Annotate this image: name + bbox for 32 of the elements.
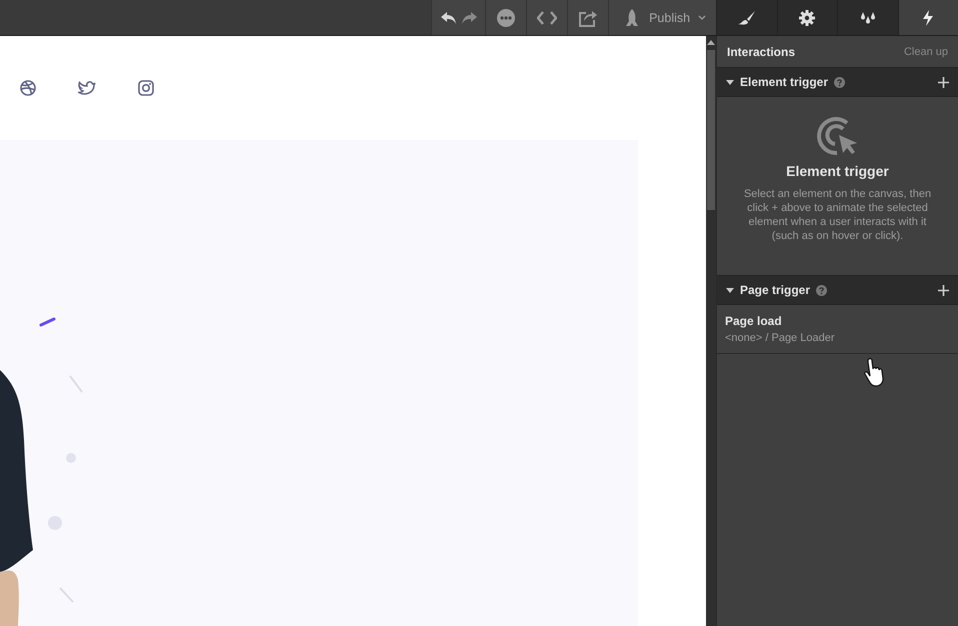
- section-header[interactable]: Page trigger: [717, 275, 958, 305]
- panel-title: Interactions: [727, 44, 796, 58]
- scrollbar[interactable]: [706, 36, 716, 626]
- caret-icon: [726, 80, 734, 84]
- brush-icon: [738, 10, 756, 24]
- undo-icon[interactable]: [440, 10, 457, 24]
- drops-icon: [858, 10, 877, 24]
- section-header[interactable]: Element trigger: [717, 67, 958, 97]
- empty-state-title: Element trigger: [786, 163, 889, 179]
- scrollbar-thumb[interactable]: [707, 50, 715, 210]
- add-icon[interactable]: [938, 76, 949, 88]
- trigger-name[interactable]: Page load: [725, 314, 950, 328]
- trigger-detail: <none> / Page Loader: [725, 332, 836, 344]
- redo-icon[interactable]: [460, 10, 478, 24]
- export-icon[interactable]: [578, 8, 598, 26]
- empty-state-text: Select an element on the canvas, then click + above to animate the selected element when a user interacts with it (such as on hover or click).: [742, 187, 932, 243]
- caret-icon: [726, 288, 734, 292]
- section-title: Element trigger: [740, 75, 828, 89]
- dribbble-icon[interactable]: [20, 80, 36, 96]
- code-icon[interactable]: [537, 10, 558, 24]
- help-icon[interactable]: [816, 284, 828, 296]
- panel-tab[interactable]: [898, 0, 958, 35]
- help-icon[interactable]: [834, 76, 846, 88]
- target-cursor-icon: [816, 115, 858, 157]
- chevron-down-icon: [698, 15, 706, 20]
- settings-icon: [799, 10, 816, 26]
- more-icon[interactable]: [497, 8, 516, 26]
- add-icon[interactable]: [938, 284, 949, 296]
- instagram-icon[interactable]: [138, 80, 154, 96]
- section-title: Page trigger: [740, 283, 810, 297]
- lightning-icon: [922, 10, 934, 26]
- twitter-icon[interactable]: [78, 80, 96, 96]
